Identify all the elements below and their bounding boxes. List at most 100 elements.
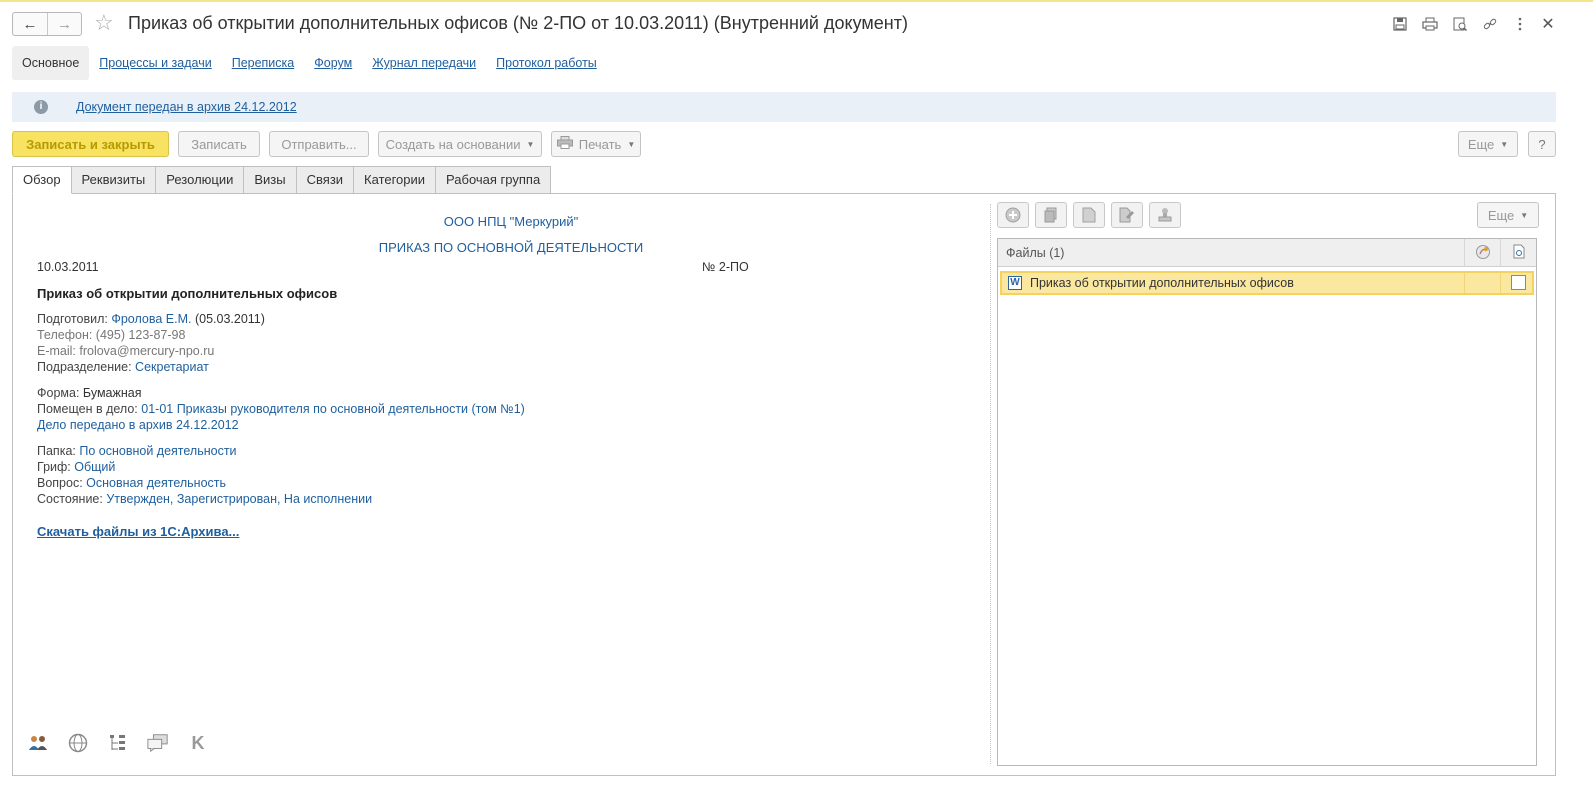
dropdown-caret-icon: ▼ <box>1500 139 1509 149</box>
file-row[interactable]: W Приказ об открытии дополнительных офис… <box>1000 271 1534 295</box>
phone-text: Телефон: (495) 123-87-98 <box>37 328 186 342</box>
save-icon[interactable] <box>1390 14 1410 34</box>
file-name: Приказ об открытии дополнительных офисов <box>1030 276 1294 290</box>
create-based-on-label: Создать на основании <box>385 136 521 152</box>
preview-bottom-toolbar: K <box>27 732 209 754</box>
globe-icon[interactable] <box>67 732 89 754</box>
question-label: Вопрос: <box>37 476 83 490</box>
info-icon: i <box>34 100 48 114</box>
section-transfer-log[interactable]: Журнал передачи <box>362 46 486 80</box>
title-bar: ← → ☆ Приказ об открытии дополнительных … <box>0 4 1593 44</box>
tab-content-overview: ООО НПЦ "Меркурий" ПРИКАЗ ПО ОСНОВНОЙ ДЕ… <box>12 193 1556 776</box>
files-more-button[interactable]: Еще ▼ <box>1477 202 1539 228</box>
command-bar: Записать и закрыть Записать Отправить...… <box>12 131 1556 157</box>
document-preview: ООО НПЦ "Меркурий" ПРИКАЗ ПО ОСНОВНОЙ ДЕ… <box>13 194 991 775</box>
create-based-on-button[interactable]: Создать на основании ▼ <box>378 131 542 157</box>
add-file-button[interactable] <box>997 202 1029 228</box>
arrow-right-icon: → <box>56 15 72 33</box>
department-value[interactable]: Секретариат <box>135 360 209 374</box>
archive-info-link[interactable]: Документ передан в архив 24.12.2012 <box>76 100 297 114</box>
window-title: Приказ об открытии дополнительных офисов… <box>128 13 908 33</box>
state-row: Состояние: Утвержден, Зарегистрирован, Н… <box>37 492 372 506</box>
tab-visas[interactable]: Визы <box>243 166 297 194</box>
users-icon[interactable] <box>27 732 49 754</box>
tree-icon[interactable] <box>107 732 129 754</box>
question-row: Вопрос: Основная деятельность <box>37 476 226 490</box>
info-panel: i Документ передан в архив 24.12.2012 <box>12 92 1556 122</box>
favorite-star-icon[interactable]: ☆ <box>94 11 114 35</box>
case-archived-link[interactable]: Дело передано в архив 24.12.2012 <box>37 418 239 432</box>
tab-workgroup[interactable]: Рабочая группа <box>435 166 552 194</box>
more-button[interactable]: Еще ▼ <box>1458 131 1518 157</box>
question-value[interactable]: Основная деятельность <box>86 476 226 490</box>
section-forum[interactable]: Форум <box>304 46 362 80</box>
cell-divider <box>1464 273 1465 293</box>
send-label: Отправить... <box>281 136 357 152</box>
phone-row: Телефон: (495) 123-87-98 <box>37 328 185 342</box>
case-value[interactable]: 01-01 Приказы руководителя по основной д… <box>141 402 525 416</box>
section-main[interactable]: Основное <box>12 46 90 80</box>
case-row: Помещен в дело: 01-01 Приказы руководите… <box>37 402 525 416</box>
print-icon[interactable] <box>1420 14 1440 34</box>
forward-button[interactable]: → <box>46 13 81 35</box>
print-label: Печать <box>578 136 622 152</box>
tab-resolutions[interactable]: Резолюции <box>155 166 245 194</box>
tab-links[interactable]: Связи <box>295 166 355 194</box>
document-tabs: Обзор Реквизиты Резолюции Визы Связи Кат… <box>12 166 552 194</box>
send-button[interactable]: Отправить... <box>269 131 369 157</box>
files-header-caption[interactable]: Файлы (1) <box>1006 246 1064 260</box>
case-archived-row: Дело передано в архив 24.12.2012 <box>37 418 239 432</box>
tab-categories[interactable]: Категории <box>353 166 437 194</box>
edit-file-button[interactable] <box>1111 202 1143 228</box>
files-toolbar <box>997 202 1181 228</box>
back-button[interactable]: ← <box>13 13 47 35</box>
more-label: Еще <box>1467 136 1495 152</box>
form-row: Форма: Бумажная <box>37 386 142 400</box>
file-checkbox[interactable] <box>1511 275 1526 290</box>
cell-divider <box>1500 273 1501 293</box>
arrow-left-icon: ← <box>22 15 38 33</box>
panel-divider[interactable] <box>990 204 991 764</box>
save-and-close-button[interactable]: Записать и закрыть <box>12 131 169 157</box>
organization-name: ООО НПЦ "Меркурий" <box>443 214 579 229</box>
download-files-link[interactable]: Скачать файлы из 1С:Архива... <box>37 524 239 539</box>
close-icon[interactable]: ✕ <box>1538 14 1558 34</box>
section-work-protocol[interactable]: Протокол работы <box>486 46 607 80</box>
prepared-by-value[interactable]: Фролова Е.М. <box>111 312 191 326</box>
email-text: E-mail: frolova@mercury-npo.ru <box>37 344 215 358</box>
section-correspondence[interactable]: Переписка <box>222 46 305 80</box>
link-icon[interactable] <box>1480 14 1500 34</box>
help-button[interactable]: ? <box>1528 131 1556 157</box>
prepared-by-row: Подготовил: Фролова Е.М. (05.03.2011) <box>37 312 265 326</box>
stamp-file-button[interactable] <box>1149 202 1181 228</box>
stamp-label: Гриф: <box>37 460 71 474</box>
navigation-buttons: ← → <box>12 12 82 36</box>
mark-column-header[interactable] <box>1500 239 1536 267</box>
more-vertical-icon[interactable] <box>1510 14 1530 34</box>
files-table-header: Файлы (1) <box>998 239 1536 267</box>
document-date: 10.03.2011 <box>37 260 99 274</box>
dropdown-caret-icon: ▼ <box>526 139 535 149</box>
preview-icon[interactable] <box>1450 14 1470 34</box>
department-label: Подразделение: <box>37 360 132 374</box>
files-more-label: Еще <box>1487 207 1515 223</box>
stamp-value[interactable]: Общий <box>74 460 115 474</box>
signature-column-header[interactable] <box>1464 239 1500 267</box>
printer-icon <box>556 136 573 152</box>
save-button[interactable]: Записать <box>178 131 260 157</box>
copy-file-button[interactable] <box>1035 202 1067 228</box>
dropdown-caret-icon: ▼ <box>1520 210 1529 220</box>
open-file-button[interactable] <box>1073 202 1105 228</box>
window-actions <box>1390 14 1530 34</box>
save-label: Записать <box>191 136 247 152</box>
print-button[interactable]: Печать ▼ <box>551 131 641 157</box>
section-processes[interactable]: Процессы и задачи <box>89 46 221 80</box>
folder-value[interactable]: По основной деятельности <box>79 444 236 458</box>
k-icon[interactable]: K <box>187 732 209 754</box>
section-navigation: Основное Процессы и задачи Переписка Фор… <box>12 46 607 80</box>
save-and-close-label: Записать и закрыть <box>26 136 155 152</box>
comments-icon[interactable] <box>147 732 169 754</box>
tab-requisites[interactable]: Реквизиты <box>70 166 157 194</box>
tab-overview[interactable]: Обзор <box>12 166 72 194</box>
state-value[interactable]: Утвержден, Зарегистрирован, На исполнени… <box>106 492 372 506</box>
